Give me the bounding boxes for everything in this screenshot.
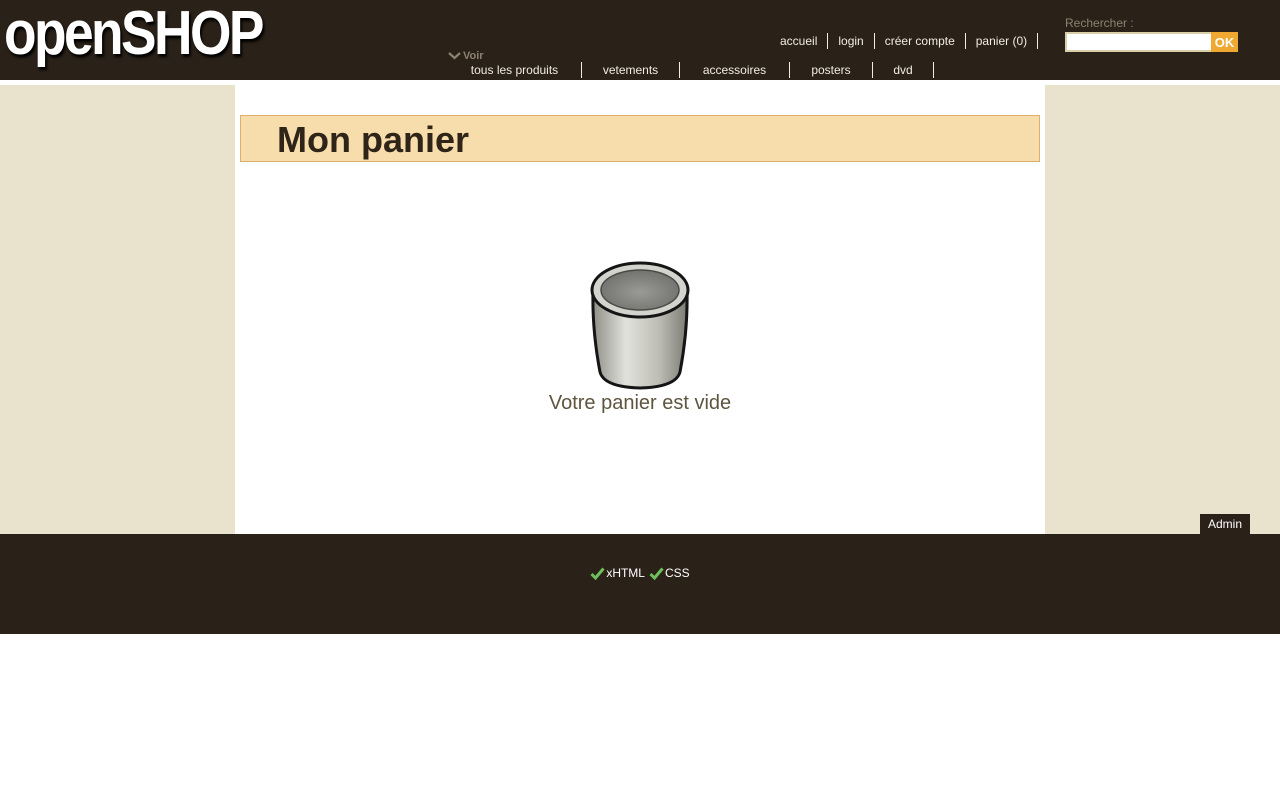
site-logo[interactable]: openSHOP xyxy=(4,0,264,68)
site-header: openSHOP accueil login créer compte pani… xyxy=(0,0,1280,80)
category-vetements[interactable]: vetements xyxy=(582,62,680,78)
voir-heading: Voir xyxy=(448,50,484,62)
search-label: Rechercher : xyxy=(1065,16,1134,30)
check-icon xyxy=(590,567,605,580)
category-posters[interactable]: posters xyxy=(790,62,873,78)
left-sidebar xyxy=(0,85,235,534)
category-dvd[interactable]: dvd xyxy=(873,62,934,78)
voir-label: Voir xyxy=(463,50,484,62)
nav-cart[interactable]: panier (0) xyxy=(966,33,1039,49)
empty-cart-message: Votre panier est vide xyxy=(548,392,732,414)
validation-badges: xHTML CSS xyxy=(0,566,1280,580)
css-label: CSS xyxy=(664,566,690,580)
page-title: Mon panier xyxy=(277,119,470,160)
xhtml-badge[interactable]: xHTML xyxy=(590,566,645,580)
nav-create-account[interactable]: créer compte xyxy=(875,33,966,49)
nav-login[interactable]: login xyxy=(828,33,875,49)
site-footer: xHTML CSS xyxy=(0,534,1280,634)
category-all-products[interactable]: tous les produits xyxy=(448,62,582,78)
search-ok-button[interactable]: OK xyxy=(1211,32,1238,52)
chevron-down-icon xyxy=(448,52,461,60)
xhtml-label: xHTML xyxy=(606,566,645,580)
category-accessoires[interactable]: accessoires xyxy=(680,62,790,78)
nav-accueil[interactable]: accueil xyxy=(770,33,829,49)
trash-bin-icon xyxy=(590,261,690,390)
search-input[interactable] xyxy=(1065,32,1215,52)
page-title-bar: Mon panier xyxy=(240,115,1040,162)
css-badge[interactable]: CSS xyxy=(649,566,690,580)
main-content: Mon panier Votre panier est vide xyxy=(235,85,1045,534)
empty-cart: Votre panier est vide xyxy=(235,260,1045,415)
right-sidebar xyxy=(1045,85,1280,534)
admin-button[interactable]: Admin xyxy=(1200,514,1250,534)
check-icon xyxy=(649,567,664,580)
top-nav: accueil login créer compte panier (0) xyxy=(770,32,1039,50)
category-nav: tous les produits vetements accessoires … xyxy=(448,62,934,78)
